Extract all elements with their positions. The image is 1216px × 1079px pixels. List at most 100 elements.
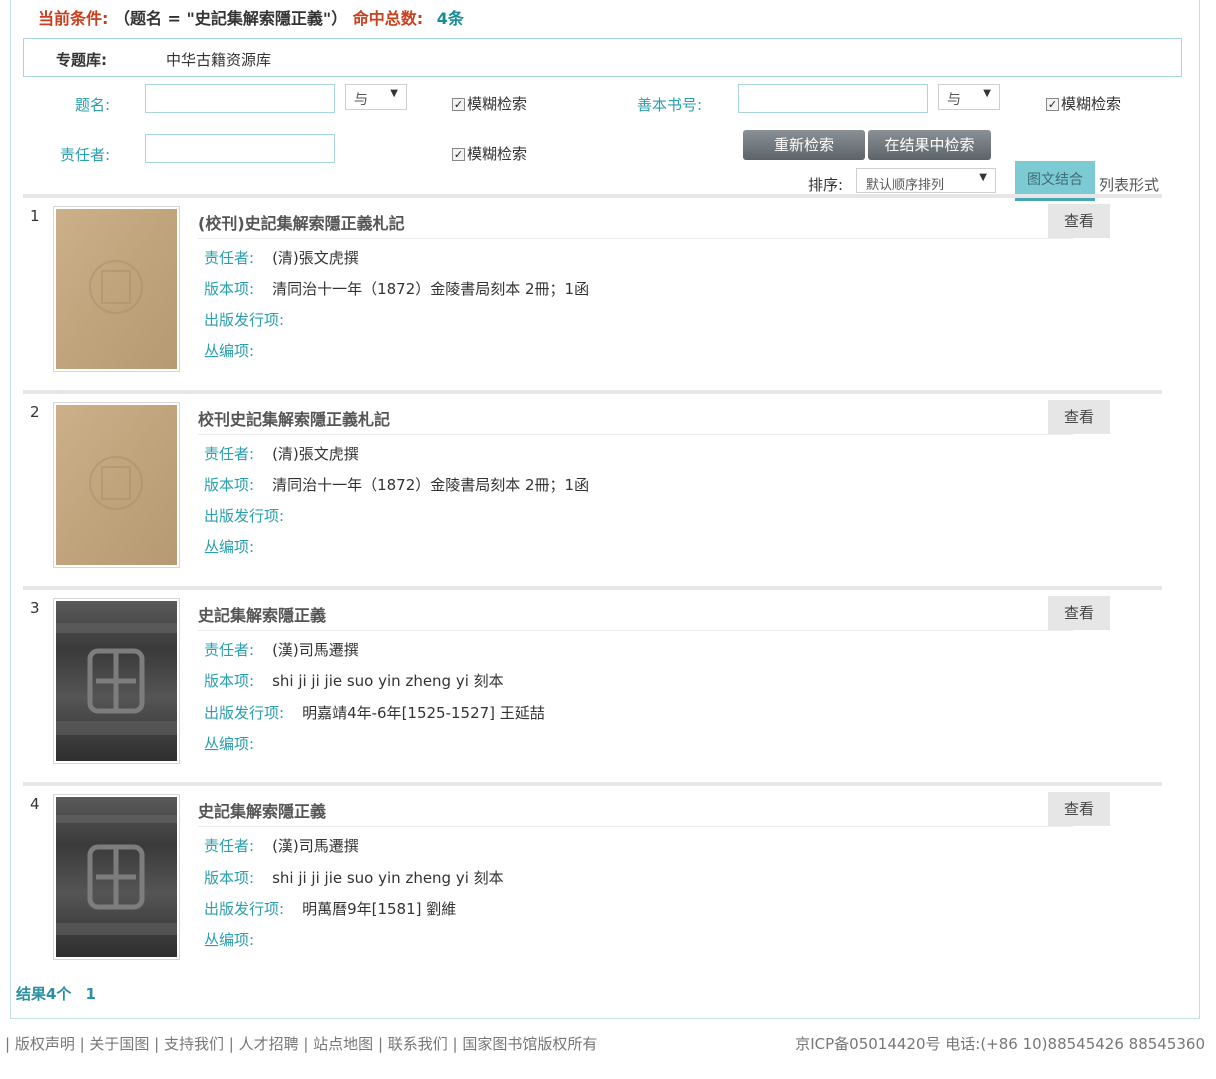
record-field-author: 责任者: (清)張文虎撰 — [204, 247, 359, 268]
hits-label: 命中总数: — [352, 9, 424, 28]
topic-label: 专题库: — [56, 51, 107, 69]
book-cover-image — [56, 209, 177, 369]
edition-label: 版本项: — [204, 672, 255, 690]
record-field-edition: 版本项: shi ji ji jie suo yin zheng yi 刻本 — [204, 867, 504, 888]
research-button[interactable]: 重新检索 — [743, 130, 865, 160]
record-title[interactable]: 史記集解索隱正義 — [198, 798, 326, 822]
publish-value: 明萬曆9年[1581] 劉維 — [302, 900, 457, 918]
title-underline — [198, 826, 1073, 827]
search-within-results-button[interactable]: 在结果中检索 — [868, 130, 991, 160]
edition-value: 清同治十一年（1872）金陵書局刻本 2冊；1函 — [272, 280, 590, 298]
record-field-publish: 出版发行项: 明嘉靖4年-6年[1525-1527] 王延喆 — [204, 702, 545, 723]
edition-label: 版本项: — [204, 869, 255, 887]
edition-value: shi ji ji jie suo yin zheng yi 刻本 — [272, 672, 504, 690]
operator-select-2-value: 与 — [947, 92, 961, 108]
record-field-author: 责任者: (清)張文虎撰 — [204, 443, 359, 464]
tab-list-view[interactable]: 列表形式 — [1099, 174, 1159, 195]
checkbox-checked-icon[interactable]: ✓ — [1046, 98, 1059, 111]
record-field-author: 责任者: (漢)司馬遷撰 — [204, 835, 359, 856]
fuzzy-checkbox-2[interactable]: ✓ 模糊检索 — [1046, 93, 1121, 114]
edition-label: 版本项: — [204, 280, 255, 298]
record-field-edition: 版本项: 清同治十一年（1872）金陵書局刻本 2冊；1函 — [204, 278, 589, 299]
page-link-1[interactable]: 1 — [85, 985, 95, 1003]
view-button[interactable]: 查看 — [1048, 792, 1110, 826]
result-record: 4 史記集解索隱正義 查看 责任者: (漢)司馬遷撰 版本项: shi ji ji … — [23, 792, 1162, 974]
chevron-down-icon: ▼ — [983, 88, 991, 99]
record-field-publish: 出版发行项: 明萬曆9年[1581] 劉維 — [204, 898, 456, 919]
record-index: 4 — [30, 795, 40, 813]
book-cover-image — [56, 601, 177, 761]
book-cover-thumbnail[interactable] — [53, 598, 180, 764]
condition-expression: （题名 = "史記集解索隱正義"） — [113, 9, 348, 28]
author-label: 责任者: — [204, 445, 255, 463]
edition-value: 清同治十一年（1872）金陵書局刻本 2冊；1函 — [272, 476, 590, 494]
fuzzy-checkbox-3[interactable]: ✓ 模糊检索 — [452, 143, 527, 164]
record-index: 1 — [30, 207, 40, 225]
record-title[interactable]: (校刊)史記集解索隱正義札記 — [198, 210, 405, 234]
hits-count: 4条 — [436, 9, 464, 28]
current-condition: 当前条件: （题名 = "史記集解索隱正義"） 命中总数: 4条 — [38, 5, 464, 29]
publish-label: 出版发行项: — [204, 507, 285, 525]
edition-label: 版本项: — [204, 476, 255, 494]
sort-label: 排序: — [808, 176, 844, 194]
checkbox-checked-icon[interactable]: ✓ — [452, 148, 465, 161]
publish-label: 出版发行项: — [204, 311, 285, 329]
author-label: 责任者: — [204, 837, 255, 855]
publish-label: 出版发行项: — [204, 900, 285, 918]
author-value: (清)張文虎撰 — [272, 445, 359, 463]
result-record: 2 校刊史記集解索隱正義札記 查看 责任者: (清)張文虎撰 版本项: 清同治十一年… — [23, 400, 1162, 582]
title-field-label: 题名: — [75, 96, 111, 114]
view-button[interactable]: 查看 — [1048, 596, 1110, 630]
series-label: 丛编项: — [204, 538, 255, 556]
divider — [23, 194, 1162, 198]
view-button[interactable]: 查看 — [1048, 400, 1110, 434]
book-cover-image — [56, 405, 177, 565]
record-field-series: 丛编项: — [204, 733, 272, 754]
author-field-label: 责任者: — [60, 146, 111, 164]
record-index: 3 — [30, 599, 40, 617]
record-title[interactable]: 史記集解索隱正義 — [198, 602, 326, 626]
author-label: 责任者: — [204, 641, 255, 659]
author-value: (漢)司馬遷撰 — [272, 837, 359, 855]
view-button[interactable]: 查看 — [1048, 204, 1110, 238]
divider — [23, 390, 1162, 394]
title-underline — [198, 630, 1073, 631]
topic-library-box: 专题库: 中华古籍资源库 — [23, 38, 1182, 77]
title-underline — [198, 434, 1073, 435]
footer-icp-phone: 京ICP备05014420号 电话:(+86 10)88545426 88545… — [795, 1035, 1205, 1053]
book-cover-thumbnail[interactable] — [53, 206, 180, 372]
record-title[interactable]: 校刊史記集解索隱正義札記 — [198, 406, 390, 430]
result-record: 3 史記集解索隱正義 查看 责任者: (漢)司馬遷撰 版本项: shi ji ji … — [23, 596, 1162, 778]
operator-select-1[interactable]: 与 ▼ — [345, 84, 407, 110]
author-input[interactable] — [145, 134, 335, 163]
record-field-edition: 版本项: 清同治十一年（1872）金陵書局刻本 2冊；1函 — [204, 474, 589, 495]
checkbox-checked-icon[interactable]: ✓ — [452, 98, 465, 111]
rare-book-no-input[interactable] — [738, 84, 928, 113]
author-value: (清)張文虎撰 — [272, 249, 359, 267]
record-field-publish: 出版发行项: — [204, 505, 302, 526]
fuzzy-label-3: 模糊检索 — [467, 145, 528, 163]
chevron-down-icon: ▼ — [390, 88, 398, 99]
record-field-series: 丛编项: — [204, 340, 272, 361]
series-label: 丛编项: — [204, 735, 255, 753]
author-label: 责任者: — [204, 249, 255, 267]
record-field-series: 丛编项: — [204, 929, 272, 950]
sort-select[interactable]: 默认顺序排列 ▼ — [856, 168, 996, 193]
title-underline — [198, 238, 1073, 239]
divider — [23, 586, 1162, 590]
record-field-series: 丛编项: — [204, 536, 272, 557]
footer-links[interactable]: | 版权声明 | 关于国图 | 支持我们 | 人才招聘 | 站点地图 | 联系我… — [5, 1033, 597, 1054]
record-field-edition: 版本项: shi ji ji jie suo yin zheng yi 刻本 — [204, 670, 504, 691]
fuzzy-checkbox-1[interactable]: ✓ 模糊检索 — [452, 93, 527, 114]
rare-book-no-label: 善本书号: — [637, 96, 703, 114]
book-cover-thumbnail[interactable] — [53, 402, 180, 568]
operator-select-2[interactable]: 与 ▼ — [938, 84, 1000, 110]
operator-select-1-value: 与 — [354, 92, 368, 108]
author-value: (漢)司馬遷撰 — [272, 641, 359, 659]
series-label: 丛编项: — [204, 342, 255, 360]
title-input[interactable] — [145, 84, 335, 113]
book-cover-thumbnail[interactable] — [53, 794, 180, 960]
topic-value: 中华古籍资源库 — [166, 51, 272, 69]
result-record: 1 (校刊)史記集解索隱正義札記 查看 责任者: (清)張文虎撰 版本项: 清同治十… — [23, 204, 1162, 386]
record-index: 2 — [30, 403, 40, 421]
